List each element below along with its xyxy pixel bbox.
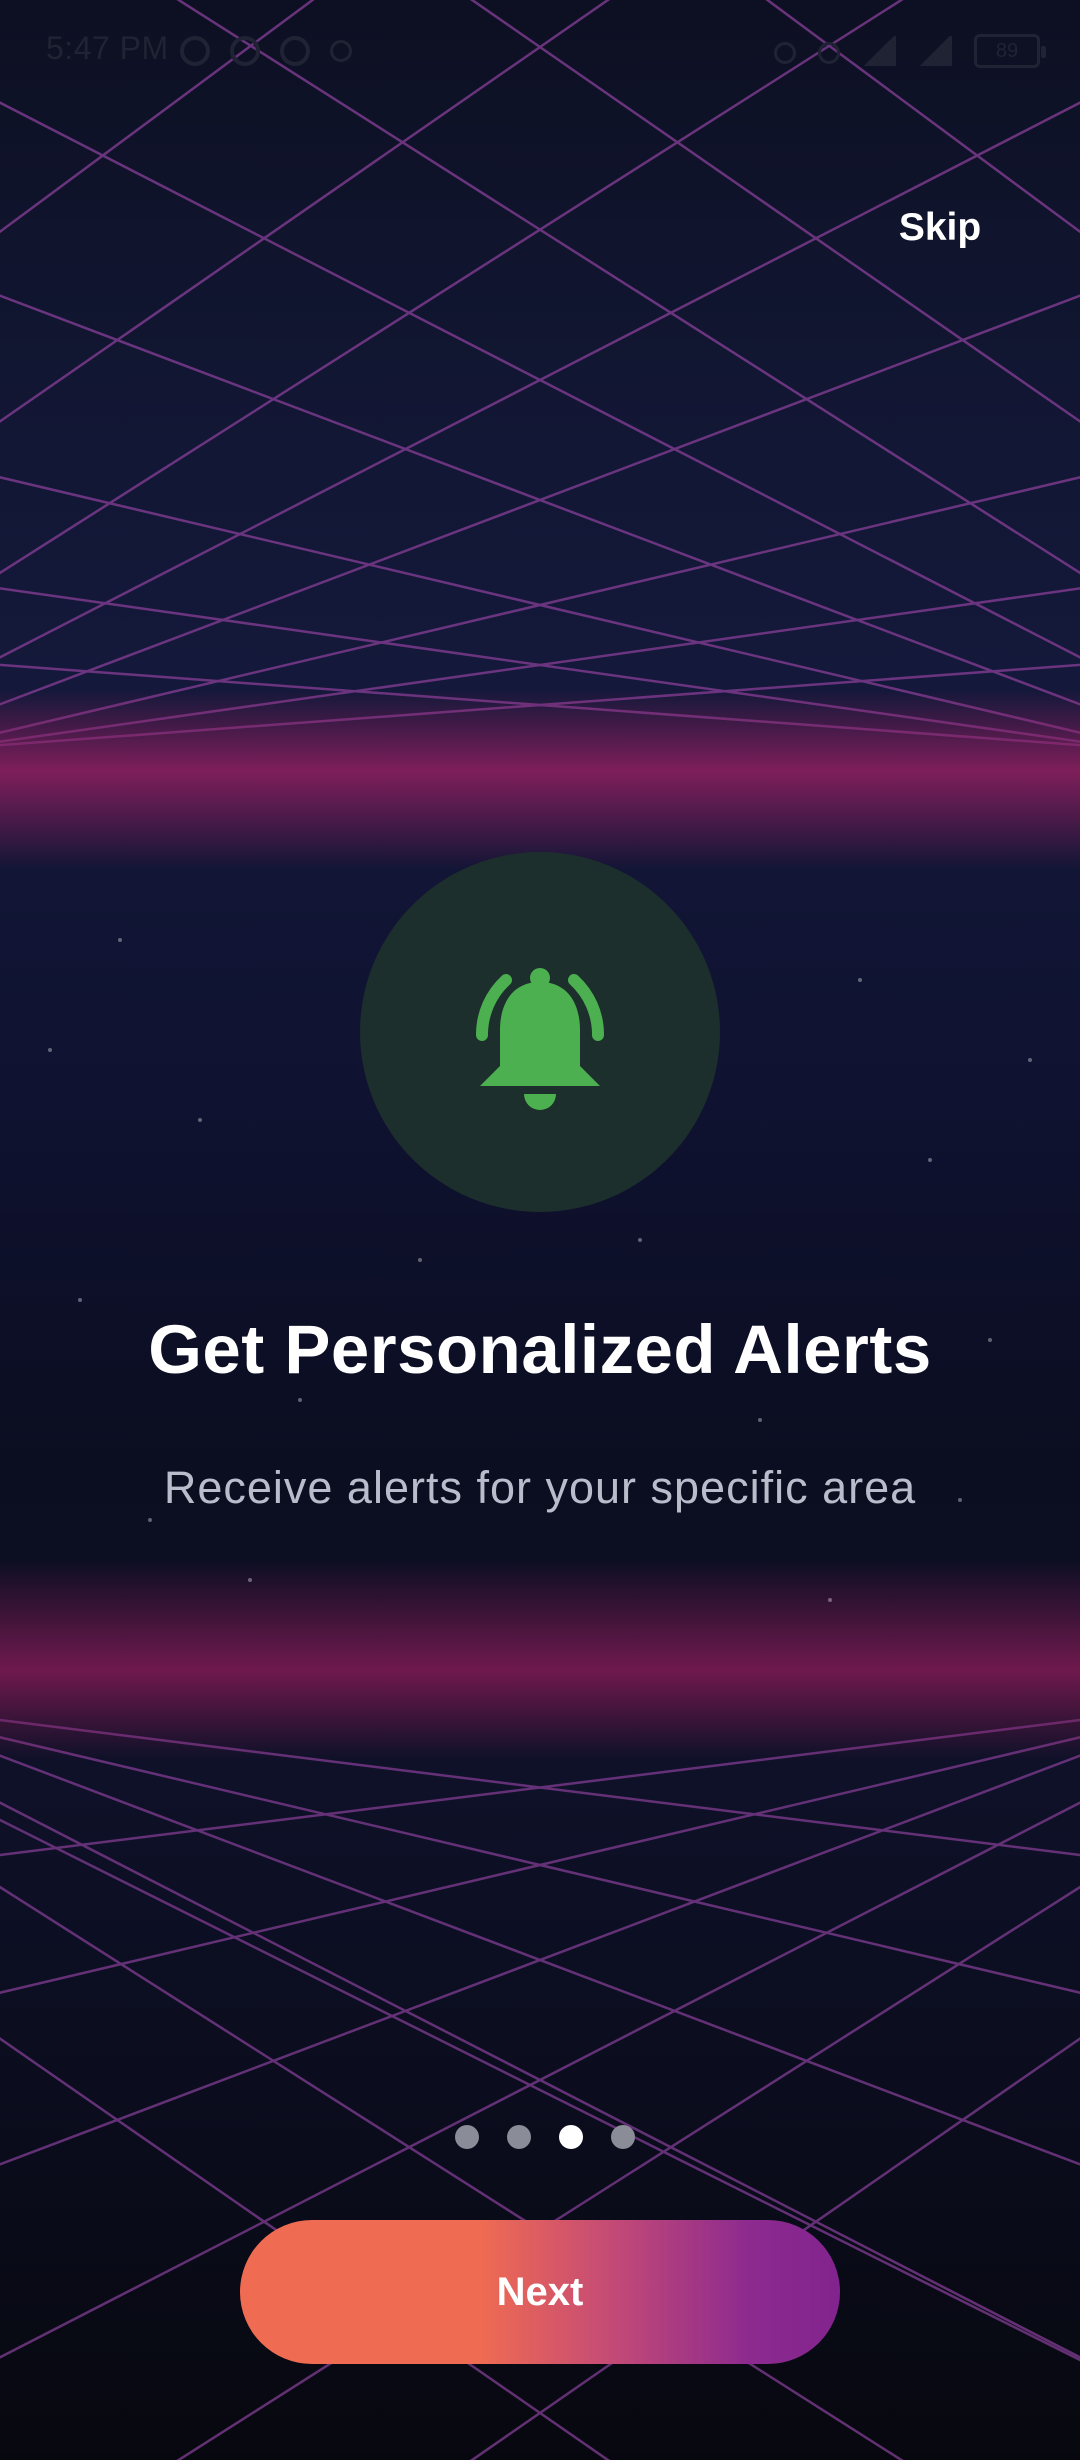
page-indicator: [455, 2125, 635, 2149]
page-dot-active[interactable]: [559, 2125, 583, 2149]
notification-icons: [180, 36, 352, 66]
chat-icon: [280, 36, 310, 66]
dot-icon: [330, 40, 352, 62]
wifi-icon: [818, 42, 840, 64]
facebook-icon: [180, 36, 210, 66]
status-bar: 5:47 PM 89: [0, 0, 1080, 110]
page-dot[interactable]: [455, 2125, 479, 2149]
synthwave-grid-background: [0, 0, 1080, 2460]
next-button[interactable]: Next: [240, 2220, 840, 2364]
feature-icon-circle: [360, 852, 720, 1212]
bluetooth-icon: [774, 42, 796, 64]
signal-icon: [918, 36, 952, 66]
system-icons: 89: [774, 34, 1046, 68]
messenger-icon: [230, 36, 260, 66]
feature-subtitle: Receive alerts for your specific area: [163, 1462, 917, 1513]
feature-title: Get Personalized Alerts: [148, 1311, 932, 1388]
onboarding-screen: 5:47 PM 89 Skip Get Personalized Alerts …: [0, 0, 1080, 2460]
bell-ringing-icon: [475, 968, 605, 1110]
page-dot[interactable]: [611, 2125, 635, 2149]
page-dot[interactable]: [507, 2125, 531, 2149]
status-time: 5:47 PM: [46, 30, 169, 66]
battery-icon: 89: [974, 34, 1046, 68]
skip-button[interactable]: Skip: [880, 196, 1000, 260]
signal-icon: [862, 36, 896, 66]
